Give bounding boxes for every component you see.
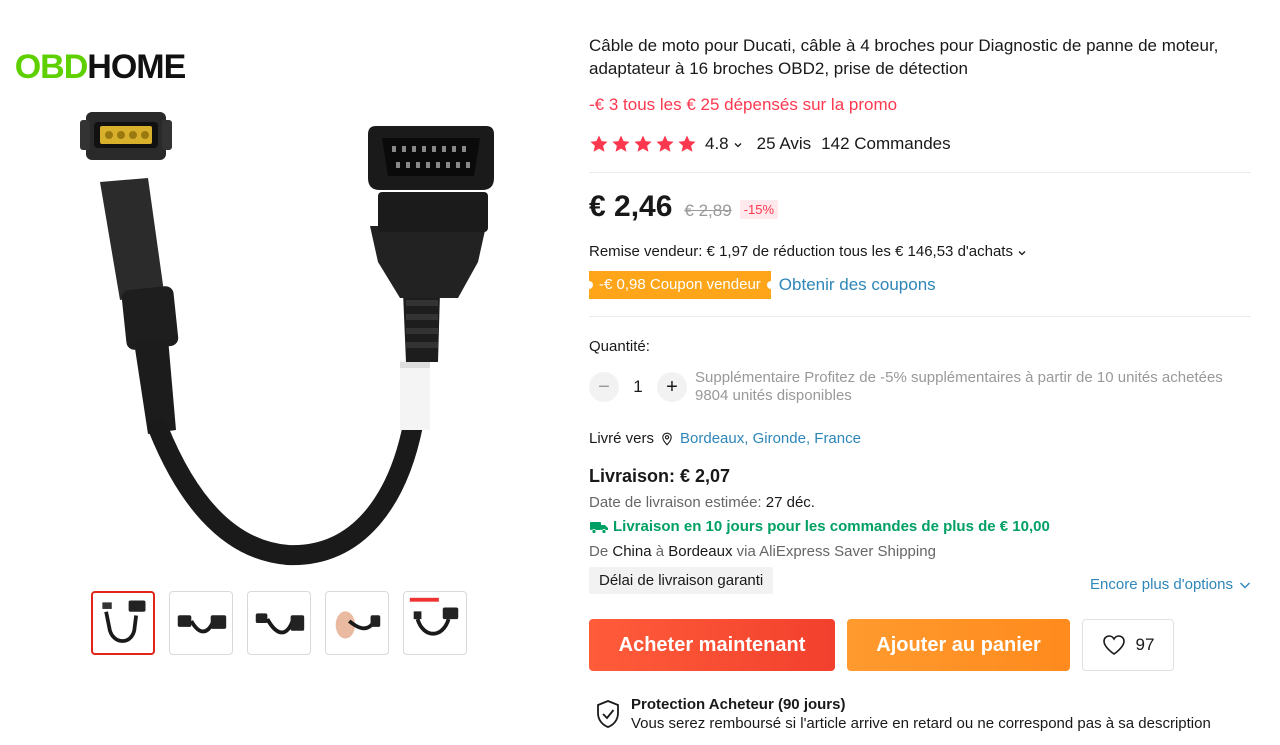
estimated-delivery-label: Date de livraison estimée: [589, 494, 762, 511]
rating-row: 4.8 25 Avis 142 Commandes [589, 134, 951, 154]
route-to: Bordeaux [668, 543, 733, 560]
product-title: Câble de moto pour Ducati, câble à 4 bro… [589, 36, 1219, 78]
thumbnail-strip [91, 591, 467, 655]
ship-location-link[interactable]: Bordeaux, Gironde, France [680, 430, 861, 447]
estimated-delivery-date: 27 déc. [765, 494, 815, 511]
wishlist-button[interactable]: 97 [1082, 619, 1174, 671]
truck-icon [590, 521, 608, 534]
seller-coupon[interactable]: -€ 0,98 Coupon vendeur [585, 271, 775, 299]
thumbnail-5[interactable] [403, 591, 467, 655]
star-icon [590, 135, 608, 152]
4-pin-connector-illustration [80, 112, 172, 160]
chevron-down-icon [1240, 582, 1250, 588]
estimated-delivery: Date de livraison estimée: 27 déc. [589, 494, 815, 511]
quantity-note: Supplémentaire Profitez de -5% supplémen… [695, 369, 1223, 405]
star-icon [656, 135, 674, 152]
coupon-row: -€ 0,98 Coupon vendeur Obtenir des coupo… [585, 271, 936, 299]
brand-logo-part2: HOME [87, 47, 186, 86]
quantity-increase-button[interactable]: + [657, 372, 687, 402]
ship-to-label: Livré vers [589, 430, 655, 447]
route-via: via AliExpress Saver Shipping [736, 543, 936, 560]
thumbnail-1[interactable] [91, 591, 155, 655]
get-coupons-link[interactable]: Obtenir des coupons [779, 275, 936, 295]
price-row: € 2,46 € 2,89 -15% [589, 190, 779, 224]
buyer-protection-description: Vous serez remboursé si l'article arrive… [631, 715, 1211, 732]
buyer-protection: Protection Acheteur (90 jours) Vous sere… [595, 695, 1211, 733]
ship-to-row: Livré vers Bordeaux, Gironde, France [589, 430, 861, 447]
star-icon [612, 135, 630, 152]
buyer-protection-title: Protection Acheteur (90 jours) [631, 696, 846, 713]
buyer-protection-text: Protection Acheteur (90 jours) Vous sere… [631, 695, 1211, 733]
quantity-decrease-button[interactable]: − [589, 372, 619, 402]
star-icon [678, 135, 696, 152]
fast-delivery: Livraison en 10 jours pour les commandes… [589, 518, 1050, 535]
route-de: De [589, 543, 609, 560]
divider [589, 316, 1251, 317]
thumbnail-4[interactable] [325, 591, 389, 655]
thumbnail-3[interactable] [247, 591, 311, 655]
wishlist-count: 97 [1135, 635, 1155, 654]
star-icon [634, 135, 652, 152]
stock-available: 9804 unités disponibles [695, 387, 852, 404]
quantity-value[interactable]: 1 [619, 377, 657, 397]
main-product-image[interactable] [8, 30, 560, 570]
buy-now-button[interactable]: Acheter maintenant [589, 619, 835, 671]
obd2-connector-illustration [278, 126, 494, 566]
delivery-guarantee-badge: Délai de livraison garanti [589, 567, 774, 594]
quantity-stepper: − 1 + Supplémentaire Profitez de -5% sup… [589, 369, 1223, 405]
fast-delivery-text: Livraison en 10 jours pour les commandes… [613, 518, 1050, 535]
shipping-cost: Livraison: € 2,07 [589, 466, 731, 486]
orders-count: 142 Commandes [821, 134, 951, 153]
product-gallery: OBD HOME [0, 0, 560, 745]
promo-text[interactable]: -€ 3 tous les € 25 dépensés sur la promo [589, 95, 897, 115]
quantity-label: Quantité: [589, 338, 650, 355]
bulk-discount-note: Supplémentaire Profitez de -5% supplémen… [695, 369, 1223, 386]
rating-value[interactable]: 4.8 [705, 134, 729, 154]
seller-discount[interactable]: Remise vendeur: € 1,97 de réduction tous… [589, 243, 1027, 260]
location-pin-icon [662, 432, 672, 446]
chevron-down-icon[interactable] [1017, 248, 1027, 258]
thumbnail-2[interactable] [169, 591, 233, 655]
route-a: à [655, 543, 665, 560]
discount-badge: -15% [739, 200, 779, 219]
more-options-label: Encore plus d'options [1090, 576, 1233, 593]
reviews-count[interactable]: 25 Avis [757, 134, 812, 154]
original-price: € 2,89 [684, 201, 732, 220]
brand-logo: OBD HOME [12, 38, 188, 96]
current-price: € 2,46 [589, 190, 673, 223]
shield-check-icon [597, 700, 619, 728]
more-options-link[interactable]: Encore plus d'options [1090, 576, 1251, 593]
chevron-down-icon[interactable] [733, 140, 743, 150]
shipping-route: De China à Bordeaux via AliExpress Saver… [589, 543, 936, 560]
route-from: China [612, 543, 652, 560]
star-rating [589, 134, 697, 154]
male-plug-illustration [100, 178, 298, 565]
action-buttons: Acheter maintenant Ajouter au panier 97 [589, 619, 1174, 671]
heart-icon [1102, 635, 1125, 655]
brand-logo-part1: OBD [14, 47, 89, 86]
add-to-cart-button[interactable]: Ajouter au panier [847, 619, 1070, 671]
divider [589, 172, 1251, 173]
seller-discount-text: Remise vendeur: € 1,97 de réduction tous… [589, 243, 1013, 260]
